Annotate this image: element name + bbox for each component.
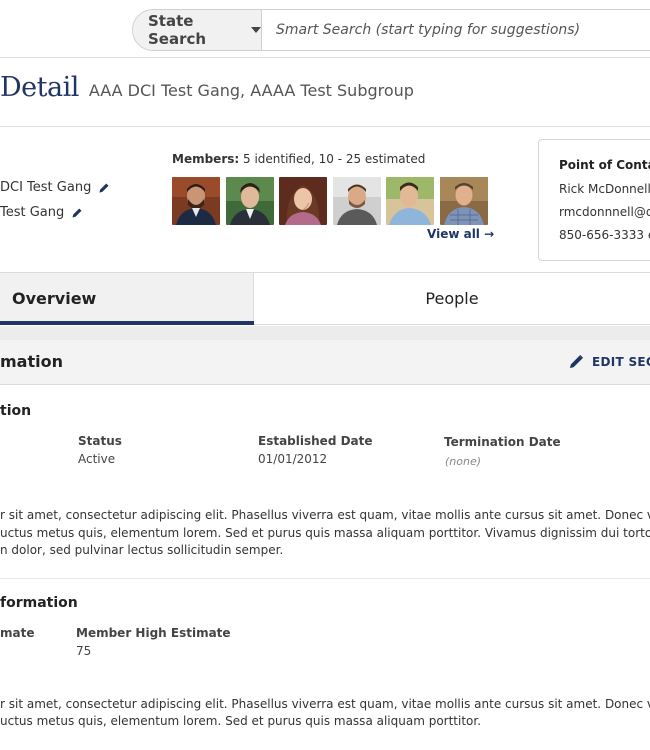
alias-row: Test Gang <box>0 205 83 220</box>
section-spacer <box>0 326 650 340</box>
view-all-members-link[interactable]: View all → <box>427 227 494 241</box>
alias-text: DCI Test Gang <box>0 180 92 195</box>
member-avatar[interactable] <box>332 177 381 225</box>
member-avatar[interactable] <box>279 177 327 225</box>
status-value: Active <box>78 452 116 466</box>
member-avatar[interactable] <box>439 177 488 225</box>
member-avatar[interactable] <box>225 177 274 225</box>
header-divider <box>0 126 650 127</box>
termination-date-label: Termination Date <box>444 435 561 449</box>
status-label: Status <box>78 434 122 448</box>
pencil-icon <box>569 354 584 369</box>
members-summary: Members: 5 identified, 10 - 25 estimated <box>172 152 425 166</box>
termination-date-value: (none) <box>445 455 482 468</box>
page-header: Detail AAA DCI Test Gang, AAAA Test Subg… <box>0 72 414 116</box>
member-high-estimate-label: Member High Estimate <box>76 626 231 640</box>
tab-overview[interactable]: Overview <box>0 273 254 325</box>
established-date-value: 01/01/2012 <box>258 452 328 466</box>
point-of-contact-card: Point of Contact Rick McDonnell, rmcdonn… <box>538 139 650 261</box>
member-avatar[interactable] <box>386 177 434 225</box>
edit-section-button[interactable]: EDIT SECT <box>569 354 650 369</box>
tab-people[interactable]: People <box>254 273 650 324</box>
member-low-estimate-label: mate <box>0 626 35 640</box>
member-avatar[interactable] <box>172 177 220 225</box>
poc-name: Rick McDonnell, <box>559 182 650 196</box>
poc-email[interactable]: rmcdonnnell@d <box>559 205 650 219</box>
alias-row: DCI Test Gang <box>0 180 110 195</box>
member-photos <box>172 177 493 225</box>
section-header: mation EDIT SECT <box>0 340 650 385</box>
section-divider <box>0 578 650 579</box>
search-box: State Search <box>132 9 650 51</box>
smart-search-input[interactable] <box>262 10 650 50</box>
members-label: Members: <box>172 152 240 166</box>
page-title: Detail <box>0 72 79 103</box>
edit-section-label: EDIT SECT <box>592 354 650 369</box>
pencil-icon[interactable] <box>71 207 83 219</box>
member-info-subheading: formation <box>0 595 78 611</box>
description-line: n dolor, sed pulvinar lectus sollicitudi… <box>0 543 284 557</box>
info-subheading: tion <box>0 403 32 419</box>
description-line: r sit amet, consectetur adipiscing elit.… <box>0 508 650 522</box>
tab-bar: Overview People <box>0 272 650 325</box>
top-search-bar: State Search <box>0 0 650 58</box>
caret-down-icon <box>251 27 261 33</box>
member-description-line: uctus metus quis, elementum lorem. Sed e… <box>0 714 482 728</box>
members-count: 5 identified, 10 - 25 estimated <box>243 152 426 166</box>
poc-phone: 850-656-3333 ex <box>559 228 650 242</box>
member-description-line: r sit amet, consectetur adipiscing elit.… <box>0 697 650 711</box>
poc-title: Point of Contact <box>559 158 650 172</box>
established-date-label: Established Date <box>258 434 373 448</box>
search-scope-dropdown[interactable]: State Search <box>133 10 262 50</box>
member-high-estimate-value: 75 <box>76 644 92 658</box>
page-subtitle: AAA DCI Test Gang, AAAA Test Subgroup <box>88 81 414 100</box>
alias-text: Test Gang <box>0 205 65 220</box>
search-scope-label: State Search <box>148 12 207 48</box>
section-title: mation <box>0 352 63 371</box>
description-line: uctus metus quis, elementum lorem. Sed e… <box>0 526 650 540</box>
pencil-icon[interactable] <box>98 182 110 194</box>
